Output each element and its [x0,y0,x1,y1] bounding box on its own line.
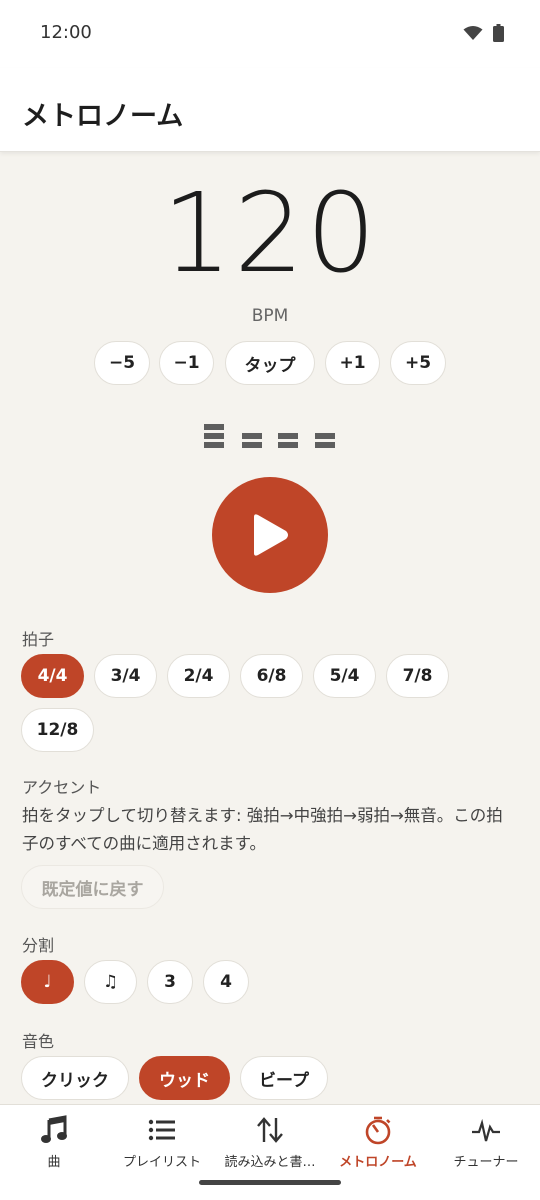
time-signature-7-8[interactable]: 7/8 [386,654,449,698]
status-icons [463,24,504,42]
accent-label: アクセント [22,778,102,797]
accent-description: 拍をタップして切り替えます: 強拍→中強拍→弱拍→無音。この拍子のすべての曲に適… [22,806,503,853]
app-bar: メトロノーム [0,68,540,152]
music-note-icon [41,1115,67,1143]
bottom-nav: 曲 プレイリスト 読み込みと書… メトロノーム チューナー [0,1104,540,1200]
time-signature-3-4[interactable]: 3/4 [94,654,157,698]
status-bar: 12:00 [0,0,540,68]
time-signature-6-8[interactable]: 6/8 [240,654,303,698]
subdivision-label: 分割 [22,936,55,955]
tuner-icon [472,1118,500,1142]
time-signature-12-8[interactable]: 12/8 [21,708,94,752]
tempo-minus-1-button[interactable]: −1 [159,341,214,385]
nav-item-metronome[interactable]: メトロノーム [324,1105,432,1200]
wifi-icon [463,26,483,40]
nav-item-import-export[interactable]: 読み込みと書… [216,1105,324,1200]
bpm-unit: BPM [251,306,289,326]
beat-indicator-3[interactable] [278,424,298,448]
import-export-icon [257,1117,283,1143]
time-signature-2-4[interactable]: 2/4 [167,654,230,698]
tempo-plus-5-button[interactable]: +5 [390,341,446,385]
sound-label: 音色 [22,1032,55,1051]
play-icon [254,514,288,556]
reset-accent-button[interactable]: 既定値に戻す [21,865,164,909]
tempo-plus-1-button[interactable]: +1 [325,341,380,385]
battery-icon [493,24,504,42]
beat-indicator-4[interactable] [315,424,335,448]
nav-label-playlists: プレイリスト [122,1155,201,1170]
metronome-icon [365,1116,391,1145]
nav-label-metronome: メトロノーム [339,1155,417,1170]
tap-tempo-button[interactable]: タップ [225,341,315,385]
tempo-minus-5-button[interactable]: −5 [94,341,150,385]
beat-indicator-2[interactable] [242,424,262,448]
time-signature-5-4[interactable]: 5/4 [313,654,376,698]
subdivision-sixteenth[interactable]: 4 [203,960,249,1004]
subdivision-eighth[interactable]: ♫ [84,960,137,1004]
beat-indicator-1[interactable] [204,424,224,448]
nav-item-tuner[interactable]: チューナー [432,1105,540,1200]
page-title: メトロノーム [22,101,184,132]
time-signature-label: 拍子 [22,630,55,649]
subdivision-triplet[interactable]: 3 [147,960,193,1004]
home-indicator [199,1180,341,1185]
nav-label-songs: 曲 [47,1155,61,1170]
status-time: 12:00 [40,22,92,43]
nav-item-songs[interactable]: 曲 [0,1105,108,1200]
nav-item-playlists[interactable]: プレイリスト [108,1105,216,1200]
sound-click[interactable]: クリック [21,1056,129,1100]
sound-beep[interactable]: ビープ [240,1056,328,1100]
nav-label-import-export: 読み込みと書… [224,1155,316,1170]
list-icon [148,1119,175,1141]
subdivision-quarter[interactable]: ♩ [21,960,74,1004]
time-signature-4-4[interactable]: 4/4 [21,654,84,698]
play-button[interactable] [212,477,328,593]
sound-wood[interactable]: ウッド [139,1056,230,1100]
nav-label-tuner: チューナー [453,1155,519,1170]
bpm-value: 120 [162,169,378,297]
